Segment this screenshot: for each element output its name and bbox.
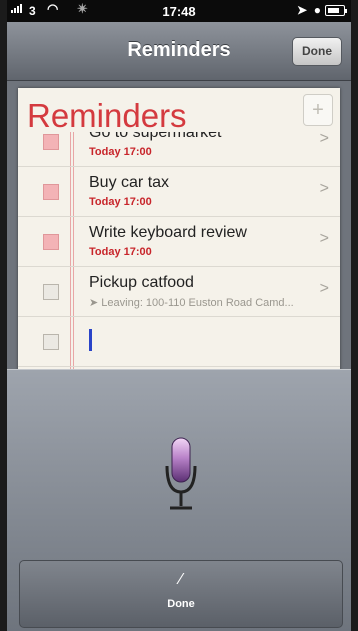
list-title: Reminders (27, 97, 187, 134)
chevron-right-icon[interactable]: > (320, 280, 329, 298)
reminder-checkbox[interactable] (43, 334, 59, 350)
reminder-location: ➤ Leaving: 100-110 Euston Road Camd... (89, 296, 294, 309)
reminder-item[interactable]: Go to supermarket Today 17:00 > (18, 132, 340, 167)
dictation-done-button[interactable]: ∕ Done (19, 560, 343, 628)
reminder-checkbox[interactable] (43, 134, 59, 150)
reminder-due: Today 17:00 (89, 246, 152, 258)
reminder-item[interactable]: Buy car tax Today 17:00 > (18, 166, 340, 217)
chevron-right-icon[interactable]: > (320, 132, 329, 148)
battery-icon (325, 5, 347, 16)
reminder-due: Today 17:00 (89, 196, 152, 208)
chevron-right-icon[interactable]: > (320, 230, 329, 248)
new-reminder-row[interactable] (18, 316, 340, 367)
location-arrow-icon: ➤ (89, 297, 102, 309)
plus-icon[interactable]: + (303, 94, 333, 126)
reminder-name: Go to supermarket (89, 132, 222, 141)
reminders-list-paper: Reminders + Go to supermarket Today 17:0… (18, 88, 340, 388)
reminder-name: Write keyboard review (89, 224, 247, 241)
reminder-name: Buy car tax (89, 174, 170, 191)
reminder-item[interactable]: Pickup catfood ➤ Leaving: 100-110 Euston… (18, 266, 340, 317)
location-icon: ➤ (296, 3, 307, 17)
status-bar: 3 ◠ ✴ 17:48 ➤ ● (7, 0, 351, 22)
dictation-panel: ∕ Done (7, 369, 351, 631)
reminder-name: Pickup catfood (89, 274, 194, 291)
pencil-icon: ∕ (179, 571, 183, 588)
alarm-icon: ● (313, 3, 321, 17)
dictation-done-label: Done (167, 598, 195, 610)
text-cursor[interactable] (89, 329, 92, 351)
chevron-right-icon[interactable]: > (320, 180, 329, 198)
microphone-icon[interactable] (164, 436, 198, 512)
reminder-item[interactable]: Write keyboard review Today 17:00 > (18, 216, 340, 267)
reminder-checkbox[interactable] (43, 284, 59, 300)
navigation-bar: Reminders Done (7, 22, 351, 81)
reminder-checkbox[interactable] (43, 234, 59, 250)
nav-done-button[interactable]: Done (292, 37, 342, 66)
reminder-list: Go to supermarket Today 17:00 > Buy car … (18, 132, 340, 388)
reminder-checkbox[interactable] (43, 184, 59, 200)
phone-screen: 3 ◠ ✴ 17:48 ➤ ● Reminders Done Reminders… (7, 0, 351, 631)
reminder-due: Today 17:00 (89, 146, 152, 158)
reminder-location-text: Leaving: 100-110 Euston Road Camd... (101, 297, 294, 309)
